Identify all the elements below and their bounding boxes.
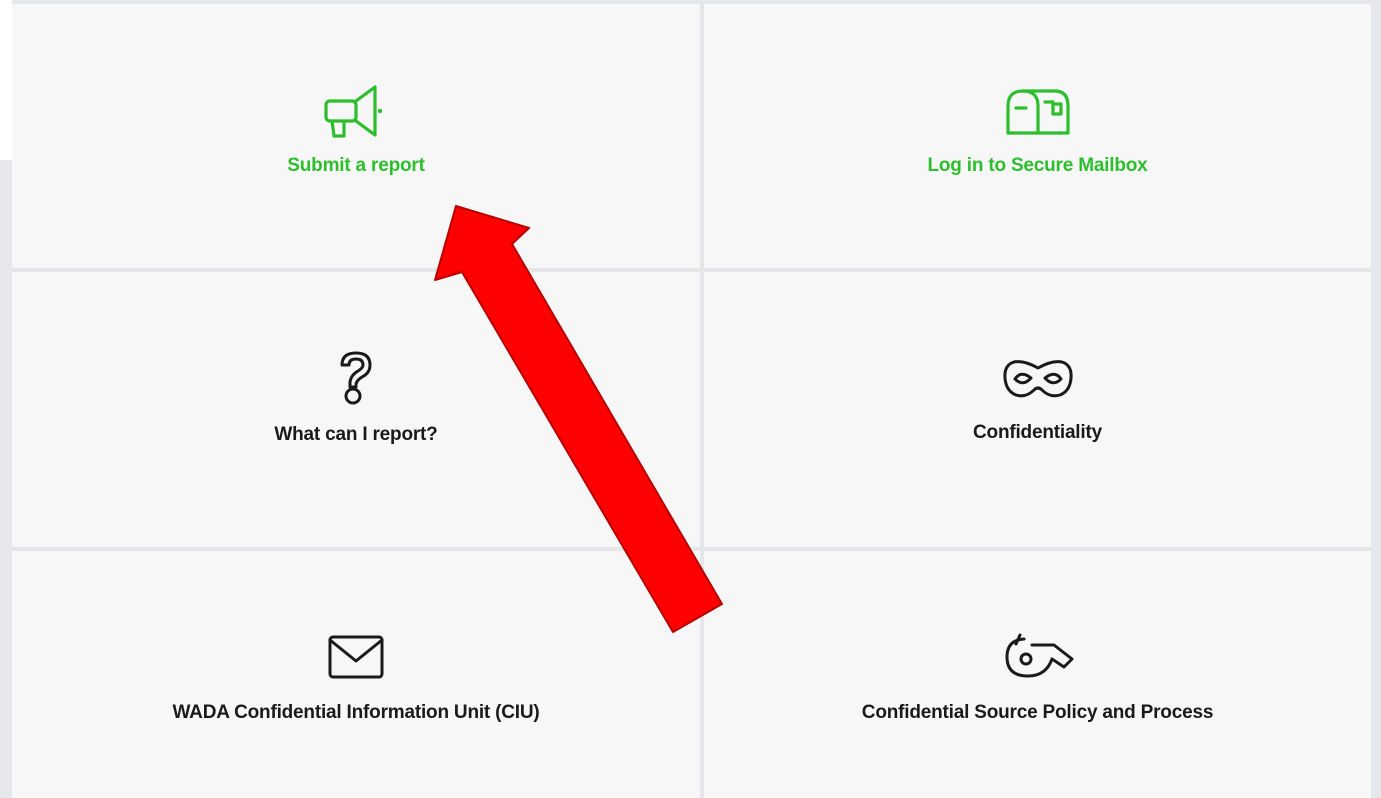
page-edge-strip <box>0 0 12 160</box>
ciu-tile[interactable]: WADA Confidential Information Unit (CIU) <box>12 551 700 798</box>
ciu-label: WADA Confidential Information Unit (CIU) <box>172 702 540 723</box>
whistle-icon <box>1005 633 1073 678</box>
submit-report-label: Submit a report <box>287 155 425 176</box>
options-grid: Submit a report Log in to Secure Mailbox… <box>12 4 1371 798</box>
source-policy-label: Confidential Source Policy and Process <box>861 702 1214 723</box>
secure-mailbox-tile[interactable]: Log in to Secure Mailbox <box>704 4 1371 268</box>
confidentiality-tile[interactable]: Confidentiality <box>704 272 1371 547</box>
what-can-i-report-tile[interactable]: What can I report? <box>12 272 700 547</box>
what-can-i-report-label: What can I report? <box>274 424 438 445</box>
confidentiality-label: Confidentiality <box>973 422 1102 443</box>
source-policy-tile[interactable]: Confidential Source Policy and Process <box>704 551 1371 798</box>
envelope-icon <box>328 635 384 679</box>
mask-icon <box>1002 360 1073 398</box>
submit-report-tile[interactable]: Submit a report <box>12 4 700 268</box>
megaphone-icon <box>324 85 383 138</box>
mailbox-icon <box>1005 89 1070 135</box>
secure-mailbox-label: Log in to Secure Mailbox <box>927 155 1148 176</box>
question-mark-icon <box>340 351 372 405</box>
